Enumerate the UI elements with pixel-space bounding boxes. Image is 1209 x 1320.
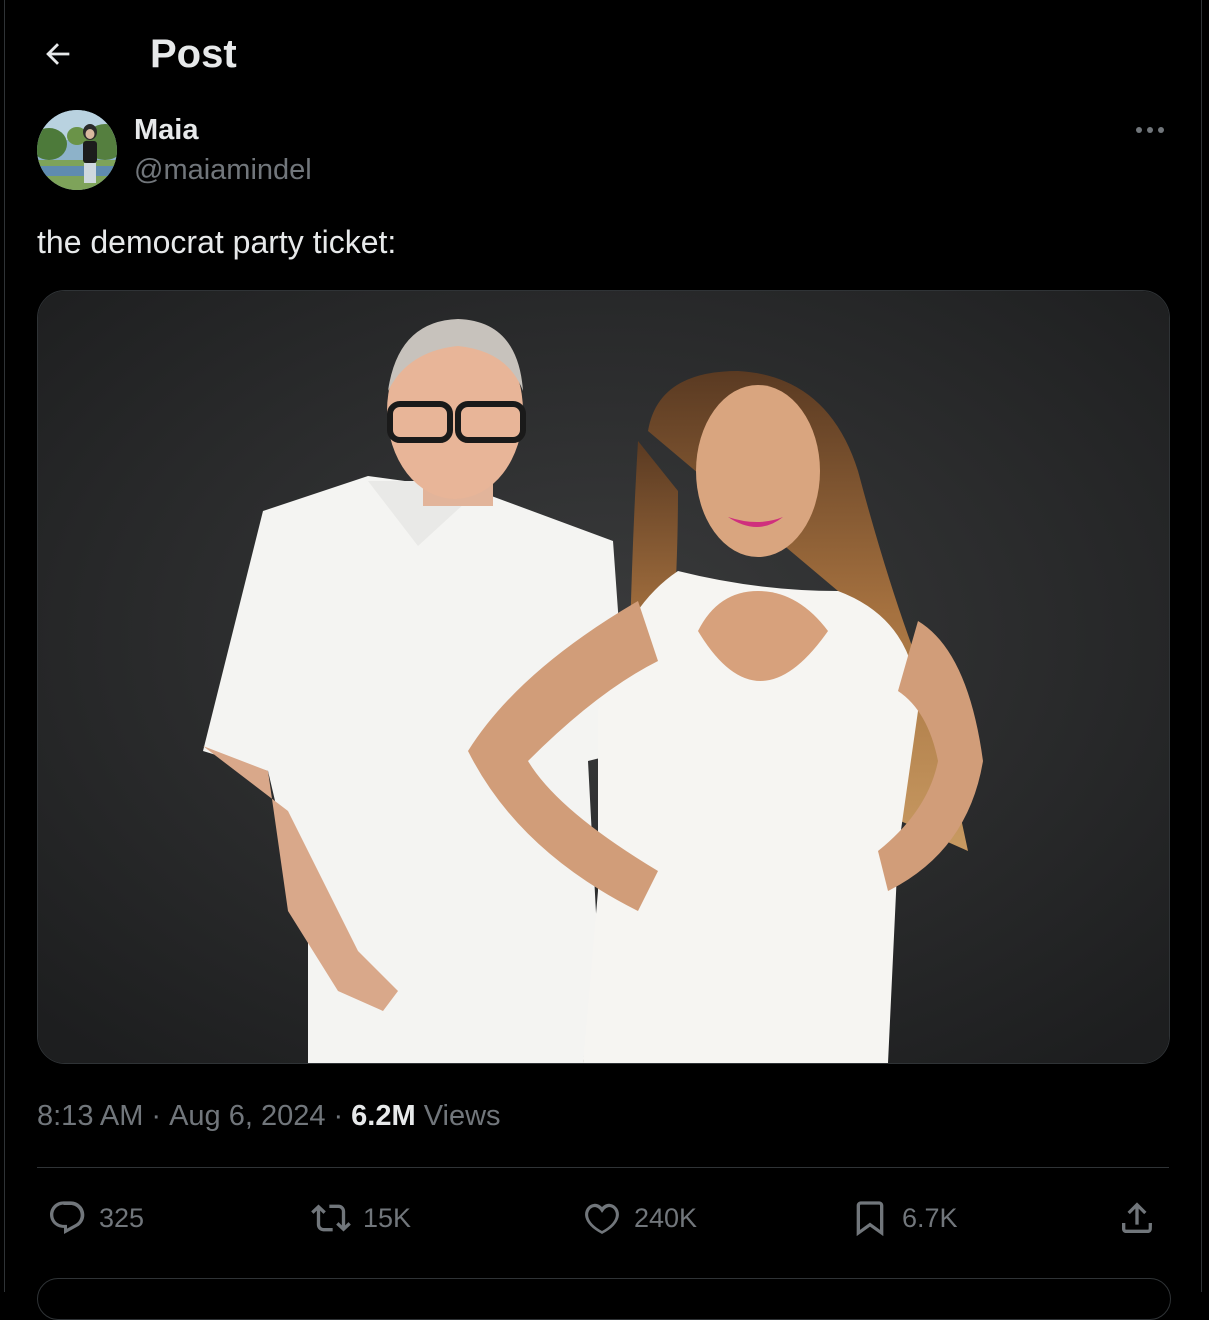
post-time[interactable]: 8:13 AM (37, 1100, 143, 1132)
share-button[interactable] (1117, 1190, 1157, 1246)
post-metadata: 8:13 AM · Aug 6, 2024 · 6.2M Views (37, 1096, 501, 1136)
divider (37, 1167, 1169, 1168)
meta-separator: · (151, 1100, 162, 1132)
repost-count: 15K (363, 1202, 412, 1233)
repost-button[interactable]: 15K (311, 1190, 411, 1246)
reply-composer[interactable] (37, 1278, 1171, 1320)
more-dots-icon (1136, 127, 1164, 133)
frame-border-left (4, 0, 5, 1292)
repost-arrows-icon (311, 1204, 351, 1232)
views-label: Views (423, 1100, 501, 1132)
author-name[interactable]: Maia (134, 112, 198, 148)
page-title: Post (150, 32, 237, 76)
reply-count: 325 (99, 1202, 145, 1233)
action-bar: 325 15K 240K 6.7K (37, 1190, 1169, 1246)
frame-border-right (1201, 0, 1202, 1292)
reply-button[interactable]: 325 (47, 1190, 144, 1246)
heart-icon (585, 1203, 619, 1234)
bookmark-count: 6.7K (902, 1202, 958, 1233)
top-bar: Post (0, 0, 1209, 108)
post-image[interactable] (37, 290, 1170, 1064)
photo-two-people-in-white (38, 291, 1169, 1063)
like-button[interactable]: 240K (582, 1190, 697, 1246)
bookmark-icon (856, 1201, 884, 1237)
post-date[interactable]: Aug 6, 2024 (169, 1100, 325, 1132)
bookmark-button[interactable]: 6.7K (850, 1190, 958, 1246)
more-options-button[interactable] (1128, 110, 1172, 150)
post-text: the democrat party ticket: (37, 224, 397, 260)
author-handle[interactable]: @maiamindel (134, 152, 312, 188)
reply-bubble-icon (50, 1201, 85, 1234)
avatar-image (37, 110, 117, 190)
back-button[interactable] (34, 30, 82, 78)
views-count: 6.2M (351, 1100, 416, 1132)
like-count: 240K (634, 1202, 698, 1233)
share-upload-icon (1122, 1202, 1152, 1233)
arrow-left-icon (46, 43, 70, 65)
meta-separator: · (333, 1100, 344, 1132)
avatar[interactable] (37, 110, 117, 190)
